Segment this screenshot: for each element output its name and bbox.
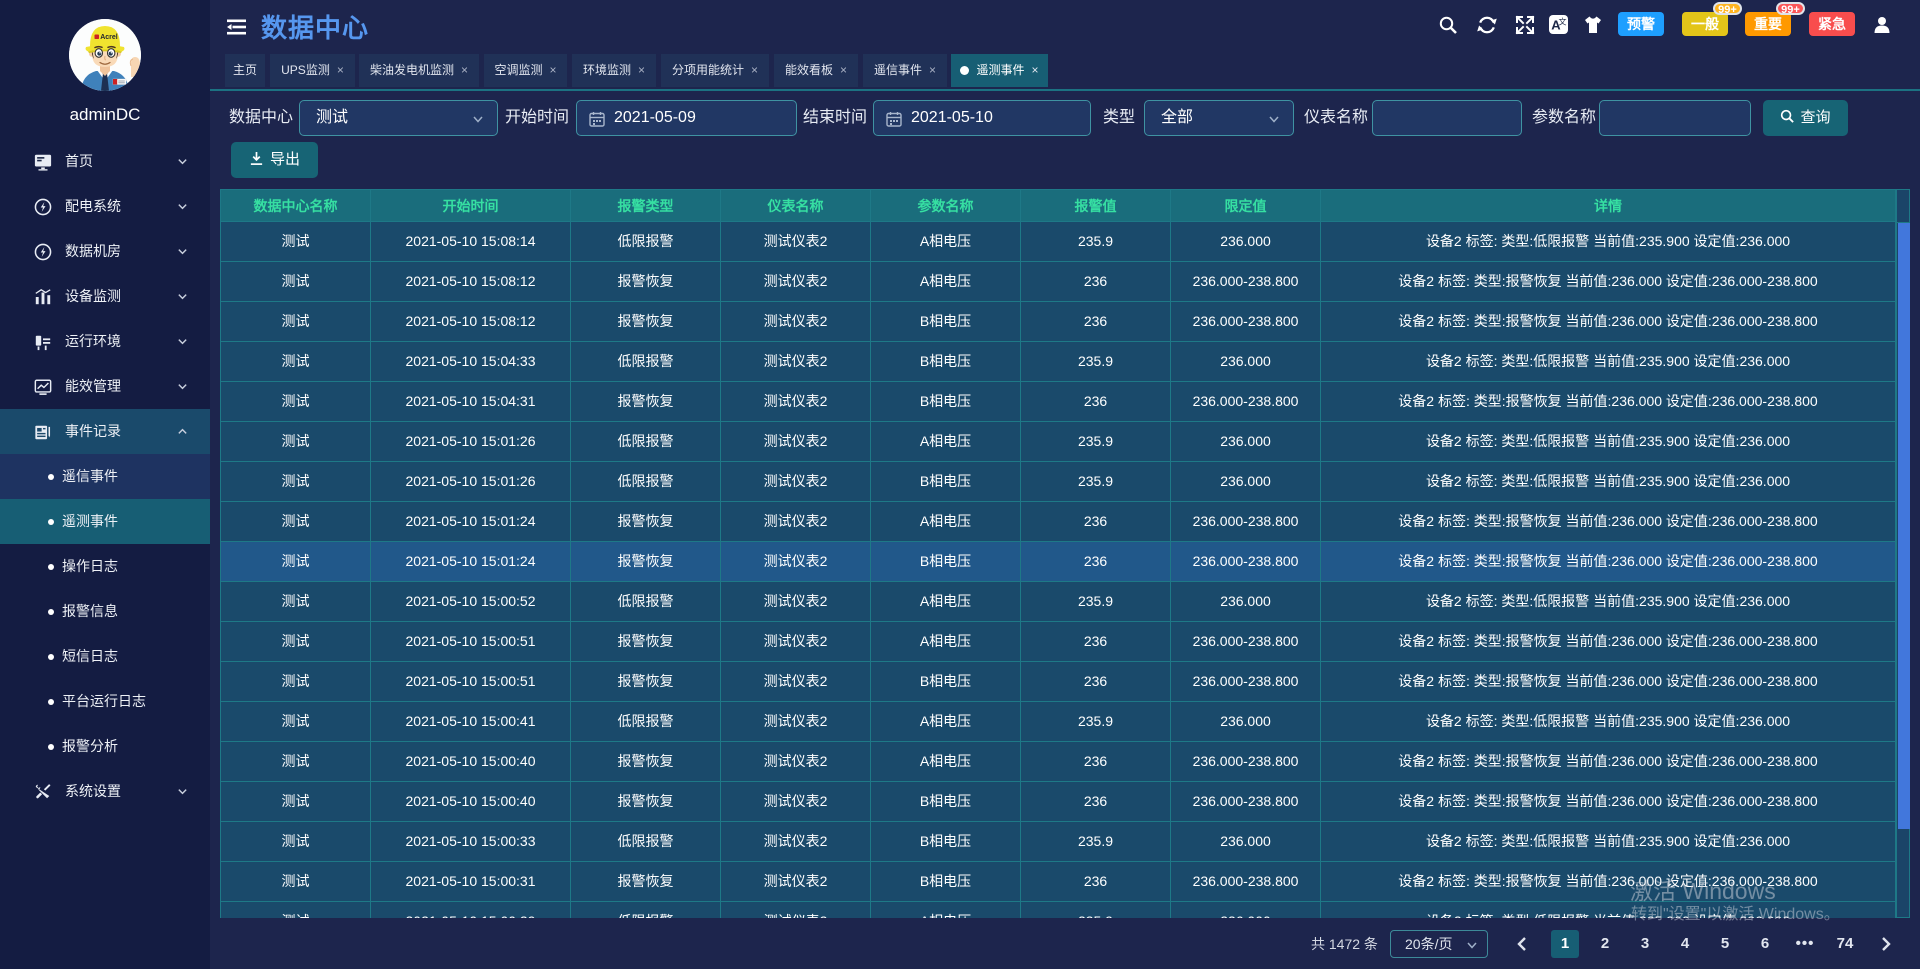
svg-text:文: 文 [1559, 17, 1567, 27]
svg-text:Acrel: Acrel [100, 34, 118, 41]
